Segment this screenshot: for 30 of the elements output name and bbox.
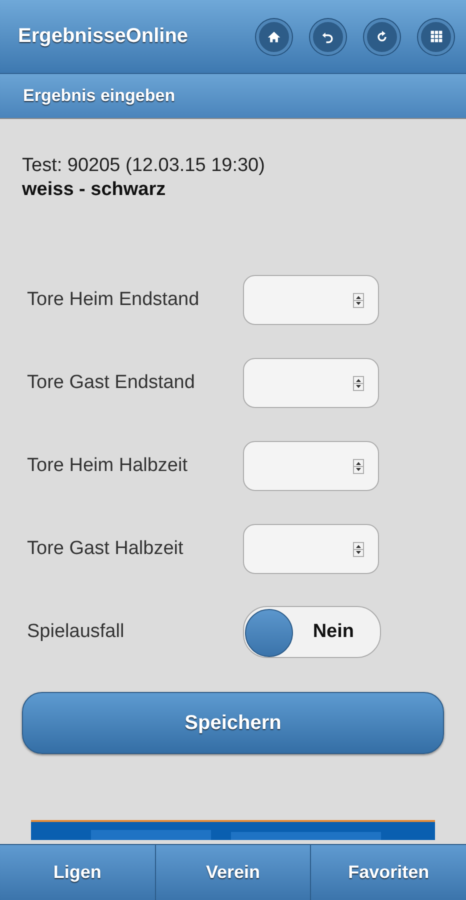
nav-tab[interactable]: Favoriten	[311, 845, 466, 900]
nav-tab[interactable]: Ligen	[0, 845, 156, 900]
field-label: Tore Gast Halbzeit	[26, 538, 184, 560]
grid-icon	[430, 30, 442, 43]
field-label: Tore Heim Endstand	[26, 289, 200, 311]
field-label: Tore Heim Halbzeit	[26, 455, 188, 477]
nav-tab[interactable]: Verein	[156, 845, 312, 900]
back-button[interactable]	[310, 18, 346, 54]
save-button[interactable]: Speichern	[22, 692, 444, 754]
match-teams: weiss - schwarz	[22, 179, 167, 201]
number-input-field[interactable]	[243, 441, 379, 491]
number-input-field[interactable]	[243, 524, 379, 574]
spinner-icon[interactable]	[353, 376, 364, 390]
spinner-icon[interactable]	[353, 542, 364, 556]
spinner-icon[interactable]	[353, 458, 364, 474]
grid-button[interactable]	[418, 18, 454, 54]
home-button[interactable]	[256, 18, 292, 54]
home-icon	[267, 30, 281, 44]
back-icon	[321, 30, 335, 44]
toggle-switch[interactable]: Nein	[243, 606, 381, 658]
refresh-button[interactable]	[364, 18, 400, 54]
match-info: Test: 90205 (12.03.15 19:30)	[22, 155, 266, 177]
switch-label: Spielausfall	[26, 621, 126, 643]
number-input-field[interactable]	[243, 275, 379, 325]
app-title: ErgebnisseOnline	[18, 25, 188, 48]
number-input-field[interactable]	[243, 358, 379, 408]
field-label: Tore Gast Endstand	[26, 372, 196, 394]
spinner-icon[interactable]	[353, 292, 364, 308]
page-title: Ergebnis eingeben	[23, 86, 176, 106]
refresh-icon	[375, 30, 389, 44]
